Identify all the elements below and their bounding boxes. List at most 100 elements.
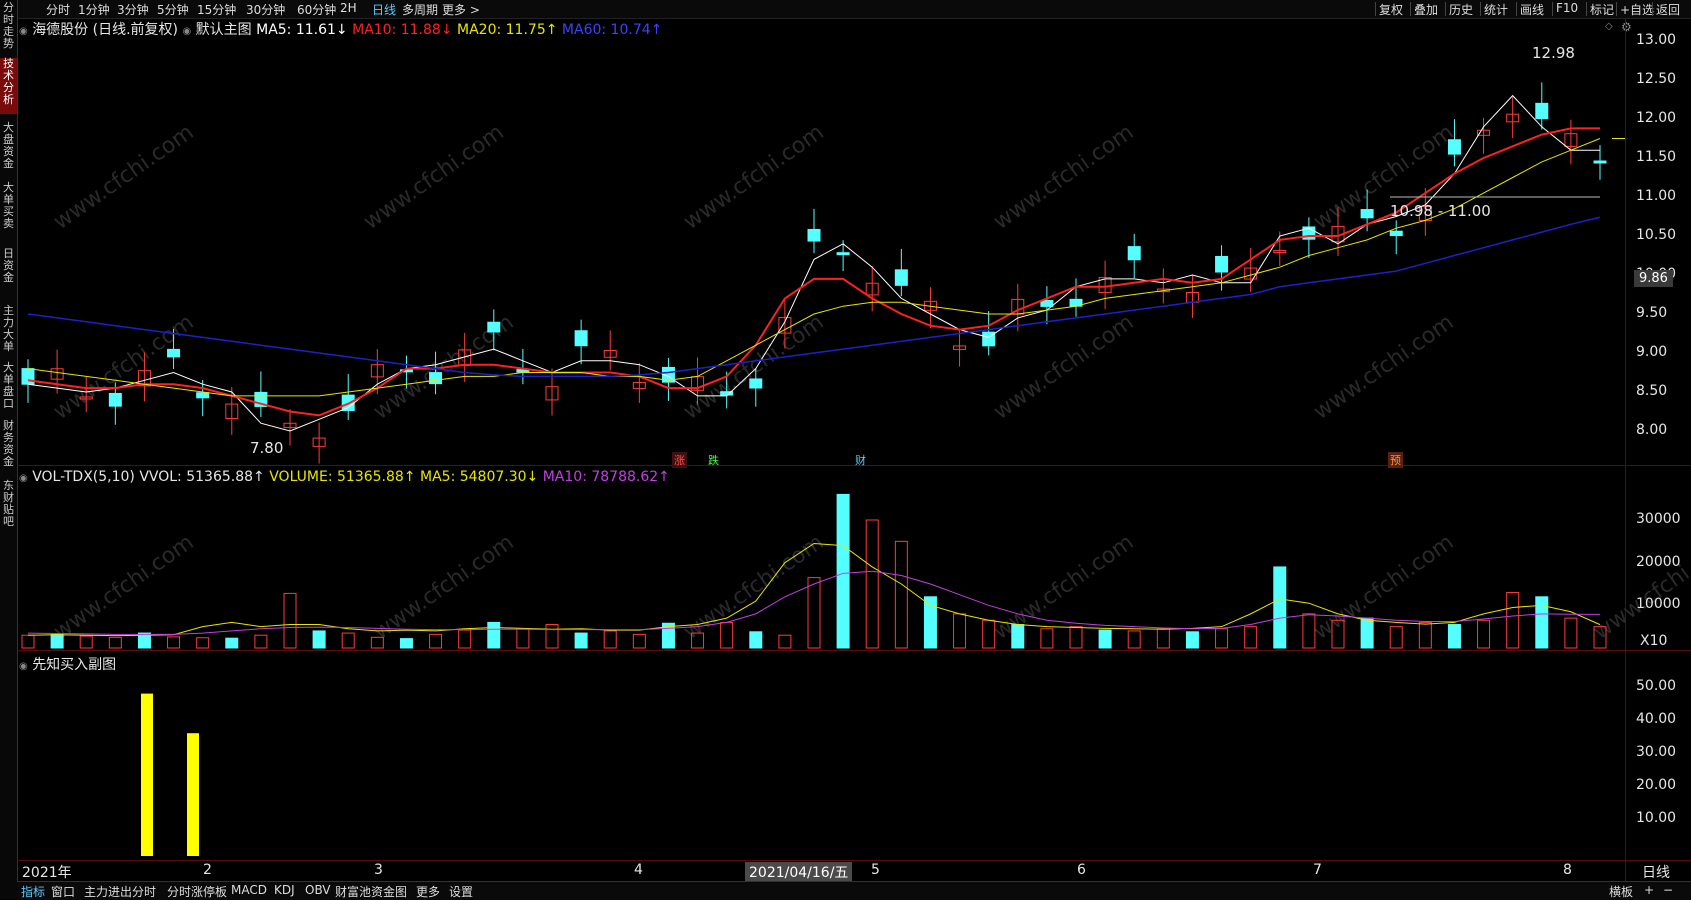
volume-bar [778, 634, 792, 649]
candlestick [574, 330, 588, 347]
volume-bar [1215, 628, 1229, 649]
volume-bar [574, 632, 588, 649]
volume-bar [1360, 617, 1374, 649]
axis-tick-label: 30000 [1636, 511, 1681, 527]
date-tick-label: 3 [374, 862, 383, 878]
candlestick [1593, 160, 1607, 164]
axis-tick-label: 10000 [1636, 596, 1681, 613]
watermark-text: www.cfchi.com [1309, 310, 1458, 425]
bottom-control-1[interactable]: + [1644, 883, 1654, 897]
indicator-tab-3[interactable]: 分时涨停板 [167, 883, 227, 900]
indicator-tab-8[interactable]: 更多 [416, 883, 440, 900]
candlestick [1389, 230, 1403, 237]
candlestick [196, 392, 210, 399]
volume-bar [836, 493, 850, 649]
volume-bar [79, 635, 93, 649]
volume-bar [108, 636, 122, 649]
volume-bar [923, 596, 937, 649]
volume-bar [1098, 629, 1112, 649]
volume-bar [1040, 628, 1054, 649]
date-tick-label: 2021年 [22, 865, 72, 881]
vol-ma5: MA5: 54807.30↓ [420, 469, 539, 485]
indicator-tab-5[interactable]: KDJ [274, 883, 295, 897]
collapse-icon[interactable]: ◉ [19, 661, 28, 672]
indicator-tab-6[interactable]: OBV [305, 883, 331, 897]
volume-bar [1418, 621, 1432, 649]
volume-bar [1564, 617, 1578, 649]
bottom-control-0[interactable]: 横板 [1609, 883, 1633, 900]
candlestick [749, 378, 763, 389]
candlestick [108, 392, 122, 407]
buy-signal-bar [187, 733, 199, 856]
axis-tick-label: 20000 [1636, 553, 1681, 570]
watermark-text: www.cfchi.com [359, 120, 508, 235]
date-tick-label: 2 [203, 862, 212, 878]
indicator-tab-0[interactable]: 指标 [21, 883, 45, 900]
date-tick-label: 5 [871, 862, 880, 878]
cursor-date: 2021/04/16/五 [745, 862, 853, 882]
indicator-tab-7[interactable]: 财富池资金图 [335, 883, 407, 900]
date-tick-label: 8 [1563, 862, 1572, 878]
volume-bar [516, 628, 530, 649]
volume-bar [1185, 631, 1199, 649]
candlestick [1215, 255, 1229, 273]
volume-bar [720, 621, 734, 649]
volume-bar [312, 630, 326, 649]
volume-bar [1535, 596, 1549, 649]
candlestick [807, 228, 821, 242]
volume-bar [1011, 624, 1025, 649]
volume-bar [1069, 626, 1083, 649]
volume-bar [545, 624, 559, 649]
event-mark-finance[interactable]: 财 [853, 452, 868, 468]
sub-title: 先知买入副图 [32, 657, 117, 673]
volume-bar [283, 592, 297, 649]
volume-bar [1273, 566, 1287, 649]
event-mark-fall[interactable]: 跌 [706, 452, 721, 468]
high-price-label: 12.98 [1532, 44, 1575, 62]
candlestick [429, 372, 443, 385]
axis-tick-label: 10.00 [1636, 810, 1677, 826]
range-label: 10.98 - 11.00 [1390, 202, 1491, 220]
volume-bar [50, 633, 64, 649]
event-mark-forecast[interactable]: 预 [1388, 452, 1403, 468]
volume-bar [894, 540, 908, 649]
volume-bar [254, 634, 268, 649]
axis-tick-label: 30.00 [1636, 744, 1677, 760]
vol-value: VOLUME: 51365.88↑ [269, 469, 416, 485]
bottom-control-2[interactable]: − [1663, 883, 1673, 897]
event-mark-rise[interactable]: 涨 [672, 452, 687, 468]
candlestick [1447, 139, 1461, 155]
volume-bar [196, 637, 210, 649]
vol-ma10: MA10: 78788.62↑ [542, 469, 670, 485]
volume-bar [1506, 592, 1520, 649]
volume-legend: ◉ VOL-TDX(5,10) VVOL: 51365.88↑ VOLUME: … [19, 469, 670, 485]
volume-bar [1127, 630, 1141, 649]
axis-tick-label: 20.00 [1636, 777, 1677, 793]
volume-bar [1244, 626, 1258, 649]
volume-bar [487, 621, 501, 649]
watermark-text: www.cfchi.com [989, 120, 1138, 235]
collapse-icon[interactable]: ◉ [19, 473, 28, 484]
buy-signal-bar [141, 693, 153, 856]
watermark-text: www.cfchi.com [679, 120, 828, 235]
candlestick [167, 348, 181, 358]
volume-bar [807, 577, 821, 649]
volume-bar [458, 629, 472, 649]
volume-bar [341, 632, 355, 649]
volume-bar [953, 613, 967, 649]
volume-bar [1156, 628, 1170, 649]
indicator-tab-9[interactable]: 设置 [449, 883, 473, 900]
volume-bar [1477, 619, 1491, 649]
indicator-tab-2[interactable]: 主力进出分时 [84, 883, 156, 900]
axis-tick-label: 40.00 [1636, 711, 1677, 727]
indicator-tab-1[interactable]: 窗口 [51, 883, 75, 900]
watermark-text: www.cfchi.com [49, 120, 198, 235]
date-tick-label: 6 [1077, 862, 1086, 878]
candlestick [1535, 102, 1549, 120]
vol-title: VOL-TDX(5,10) VVOL: 51365.88↑ [32, 469, 265, 485]
volume-bar [1447, 624, 1461, 649]
indicator-tab-4[interactable]: MACD [231, 883, 267, 897]
low-price-label: 7.80 [250, 439, 284, 457]
volume-bar [21, 634, 35, 649]
period-label: 日线 [1642, 865, 1670, 881]
